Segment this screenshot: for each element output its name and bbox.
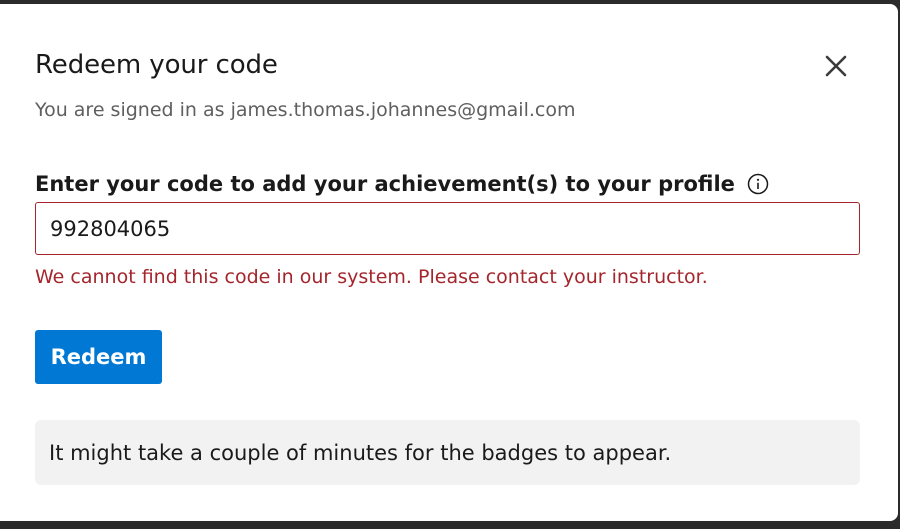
info-notice: It might take a couple of minutes for th… <box>35 420 860 485</box>
redeem-button[interactable]: Redeem <box>35 330 162 384</box>
dialog-title: Redeem your code <box>35 50 278 80</box>
code-field-label-text: Enter your code to add your achievement(… <box>35 172 735 196</box>
redeem-dialog: Redeem your code You are signed in as ja… <box>0 4 898 521</box>
code-field-label: Enter your code to add your achievement(… <box>35 172 769 196</box>
signed-in-text: You are signed in as james.thomas.johann… <box>35 99 576 121</box>
code-input[interactable] <box>35 202 860 255</box>
close-icon <box>825 55 847 77</box>
info-icon[interactable] <box>747 173 769 195</box>
code-error-message: We cannot find this code in our system. … <box>35 266 708 288</box>
close-button[interactable] <box>818 48 854 84</box>
info-notice-text: It might take a couple of minutes for th… <box>49 440 672 465</box>
